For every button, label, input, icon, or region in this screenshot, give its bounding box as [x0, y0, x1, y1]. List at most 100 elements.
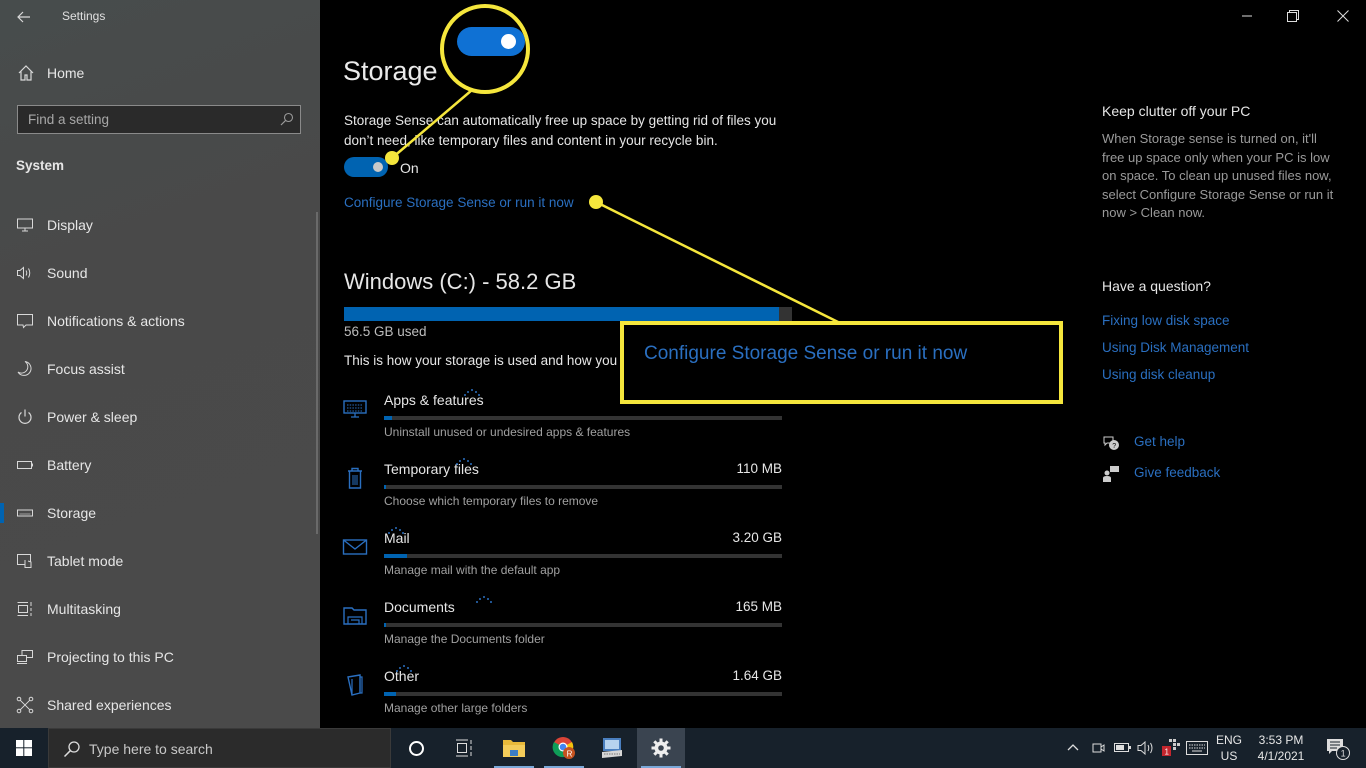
shared-experiences-icon — [16, 696, 34, 714]
category-usage-fill — [384, 485, 386, 489]
settings-taskbar-button[interactable] — [637, 728, 685, 768]
file-explorer-button[interactable] — [490, 728, 538, 768]
clock-button[interactable]: 3:53 PM 4/1/2021 — [1250, 728, 1312, 768]
home-label: Home — [47, 65, 85, 81]
storage-category-list: Apps & features Uninstall unused or unde… — [340, 385, 785, 730]
close-button[interactable] — [1320, 0, 1366, 32]
category-usage-bar — [384, 416, 782, 420]
find-setting-search[interactable] — [17, 105, 301, 134]
give-feedback-icon — [1103, 466, 1119, 482]
storage-sense-description: Storage Sense can automatically free up … — [344, 113, 777, 148]
loading-spinner-icon — [456, 457, 472, 465]
chrome-button[interactable]: R — [540, 728, 588, 768]
sidebar-item-focus-assist[interactable]: Focus assist — [0, 345, 320, 393]
storage-sense-toggle[interactable] — [344, 157, 388, 177]
notification-count: 1 — [1341, 749, 1346, 759]
link-fixing-low-disk-space[interactable]: Fixing low disk space — [1102, 313, 1230, 328]
sidebar-item-tablet-mode[interactable]: Tablet mode — [0, 537, 320, 585]
category-usage-fill — [384, 416, 392, 420]
show-hidden-icons-button[interactable] — [1062, 728, 1084, 768]
loading-spinner-icon — [388, 526, 404, 534]
sidebar-item-notifications[interactable]: Notifications & actions — [0, 297, 320, 345]
display-icon — [17, 218, 33, 232]
cortana-button[interactable] — [393, 728, 441, 768]
svg-text:?: ? — [1112, 443, 1116, 450]
battery-tray-button[interactable] — [1112, 728, 1134, 768]
sidebar-item-display[interactable]: Display — [0, 201, 320, 249]
category-mail[interactable]: Mail 3.20 GB Manage mail with the defaul… — [340, 523, 785, 592]
question-heading: Have a question? — [1102, 278, 1211, 294]
category-size: 165 MB — [735, 599, 782, 614]
give-feedback-link[interactable]: Give feedback — [1102, 463, 1302, 485]
chrome-icon: R — [552, 737, 575, 759]
category-usage-bar — [384, 623, 782, 627]
touch-keyboard-button[interactable] — [1184, 728, 1210, 768]
link-using-disk-management[interactable]: Using Disk Management — [1102, 340, 1249, 355]
documents-icon — [343, 607, 367, 625]
sidebar-item-label: Tablet mode — [47, 553, 124, 569]
sidebar-item-label: Sound — [47, 265, 88, 281]
tablet-mode-icon — [17, 554, 32, 568]
category-documents[interactable]: Documents 165 MB Manage the Documents fo… — [340, 592, 785, 661]
power-icon — [18, 409, 32, 424]
sidebar-item-projecting[interactable]: Projecting to this PC — [0, 633, 320, 681]
restore-icon — [1287, 10, 1299, 22]
section-label-system: System — [16, 158, 65, 173]
search-icon — [280, 112, 294, 126]
back-button[interactable] — [12, 6, 36, 28]
main-content: Storage Storage Sense can automatically … — [320, 0, 1366, 728]
start-button[interactable] — [0, 728, 48, 768]
language-code: ENG — [1215, 733, 1242, 747]
sidebar-nav: Display Sound Notifications & actions Fo… — [0, 201, 320, 729]
app-tray-button[interactable]: 1 — [1160, 728, 1182, 768]
input-language-button[interactable]: ENG US — [1212, 728, 1246, 768]
get-help-link[interactable]: ? Get help — [1102, 432, 1302, 454]
page-title: Storage — [343, 56, 438, 86]
minimize-button[interactable] — [1224, 0, 1270, 32]
task-view-button[interactable] — [440, 728, 488, 768]
category-usage-fill — [384, 623, 386, 627]
category-size: 1.64 GB — [732, 668, 782, 683]
get-help-label: Get help — [1134, 434, 1186, 449]
loading-spinner-icon — [464, 388, 480, 396]
loading-spinner-icon — [396, 664, 412, 672]
category-description: Manage the Documents folder — [384, 632, 545, 646]
camera-tray-button[interactable] — [1088, 728, 1108, 768]
configure-storage-sense-link[interactable]: Configure Storage Sense or run it now — [344, 195, 574, 210]
sidebar-item-label: Display — [47, 217, 93, 233]
category-temporary-files[interactable]: Temporary files 110 MB Choose which temp… — [340, 454, 785, 523]
sidebar-item-storage[interactable]: Storage — [0, 489, 320, 537]
sidebar-item-multitasking[interactable]: Multitasking — [0, 585, 320, 633]
find-setting-input[interactable] — [18, 106, 268, 133]
storage-note: This is how your storage is used and how… — [344, 353, 624, 368]
sidebar-item-shared-experiences[interactable]: Shared experiences — [0, 681, 320, 729]
taskbar-search-box[interactable]: Type here to search — [48, 728, 391, 768]
home-nav[interactable]: Home — [0, 58, 320, 88]
sidebar-scrollbar[interactable] — [316, 212, 318, 534]
sidebar-item-power-sleep[interactable]: Power & sleep — [0, 393, 320, 441]
category-other[interactable]: Other 1.64 GB Manage other large folders — [340, 661, 785, 730]
minimize-icon — [1242, 15, 1252, 17]
sidebar-item-label: Notifications & actions — [47, 313, 185, 329]
category-description: Uninstall unused or undesired apps & fea… — [384, 425, 631, 439]
taskbar: Type here to search R 1 ENG US 3:53 PM 4… — [0, 728, 1366, 768]
sidebar-item-label: Battery — [47, 457, 92, 473]
action-center-button[interactable]: 1 — [1318, 728, 1358, 768]
drive-title: Windows (C:) - 58.2 GB — [344, 269, 577, 294]
volume-tray-button[interactable] — [1136, 728, 1158, 768]
give-feedback-label: Give feedback — [1134, 465, 1221, 480]
drive-used-label: 56.5 GB used — [344, 324, 427, 339]
category-description: Manage other large folders — [384, 701, 528, 715]
file-explorer-icon — [503, 740, 525, 757]
on-screen-keyboard-button[interactable] — [588, 728, 636, 768]
category-apps-features[interactable]: Apps & features Uninstall unused or unde… — [340, 385, 785, 454]
link-using-disk-cleanup[interactable]: Using disk cleanup — [1102, 367, 1215, 382]
sidebar-item-battery[interactable]: Battery — [0, 441, 320, 489]
sidebar-item-sound[interactable]: Sound — [0, 249, 320, 297]
storage-icon — [17, 509, 33, 517]
projecting-icon — [17, 650, 33, 664]
category-usage-fill — [384, 692, 396, 696]
restore-button[interactable] — [1270, 0, 1316, 32]
back-arrow-icon — [17, 11, 30, 23]
sidebar-item-label: Shared experiences — [47, 697, 172, 713]
